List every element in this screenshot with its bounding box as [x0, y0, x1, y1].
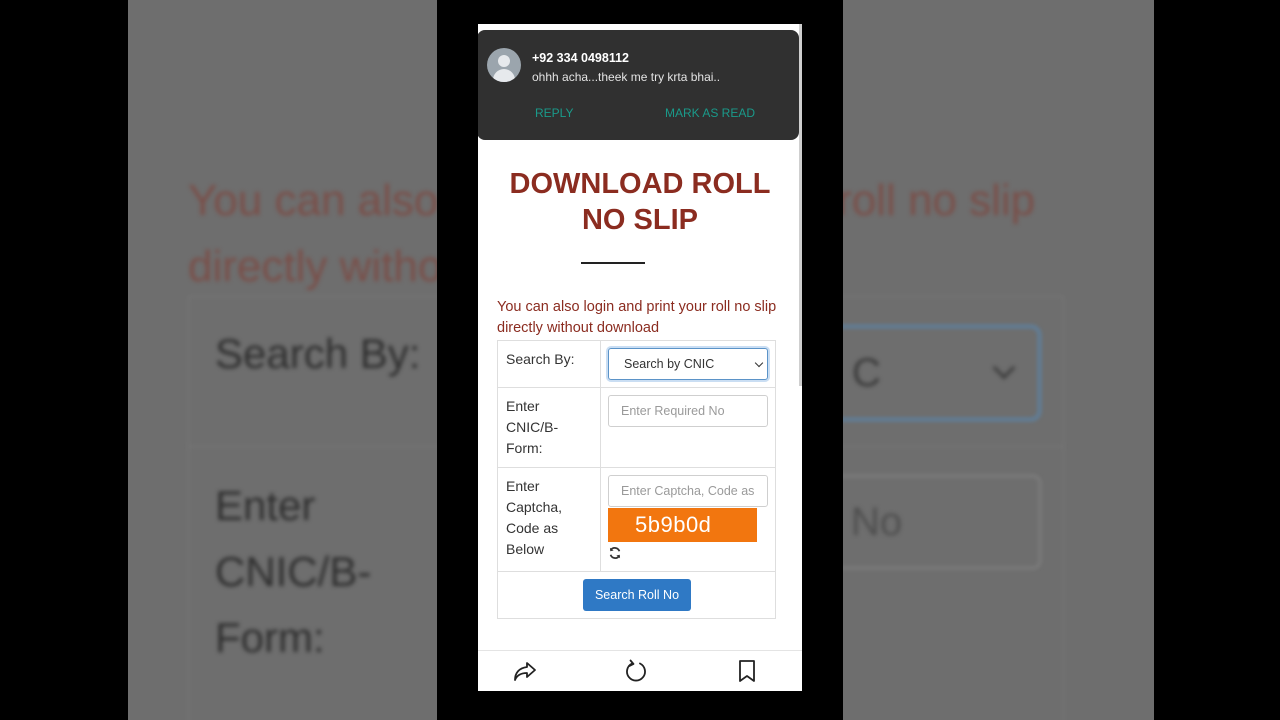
bg-select: C: [843, 325, 1041, 421]
captcha-image: 5b9b0d: [608, 508, 757, 542]
intro-text: You can also login and print your roll n…: [497, 299, 777, 336]
phone-frame: +92 334 0498112 ohhh acha...theek me try…: [437, 0, 843, 720]
notification-sender: +92 334 0498112: [532, 51, 629, 65]
background-right-strip: You can also login and print your roll n…: [843, 0, 1152, 720]
bottom-navigation: [478, 650, 802, 691]
cnic-label: Enter CNIC/B-Form:: [506, 398, 559, 456]
bookmark-icon[interactable]: [734, 658, 760, 684]
phone-screen: +92 334 0498112 ohhh acha...theek me try…: [478, 24, 802, 691]
search-by-select[interactable]: Search by CNIC: [608, 348, 768, 380]
submit-row: Search Roll No: [498, 572, 775, 618]
chevron-down-icon: [754, 358, 764, 368]
captcha-input[interactable]: Enter Captcha, Code as: [608, 475, 768, 507]
mark-as-read-button[interactable]: MARK AS READ: [665, 106, 755, 120]
captcha-row: Enter Captcha, Code as Below Enter Captc…: [498, 468, 775, 572]
background-left-strip: You can also login and print your roll n…: [128, 0, 437, 720]
message-notification[interactable]: +92 334 0498112 ohhh acha...theek me try…: [478, 30, 799, 140]
bg-select-fragment: C: [852, 351, 881, 395]
bg-intro-text-right: You can also login and print your roll n…: [843, 176, 1036, 225]
refresh-icon[interactable]: [623, 658, 649, 684]
search-roll-no-button[interactable]: Search Roll No: [583, 579, 691, 611]
search-form: Search By: Search by CNIC Enter CNIC/B-F…: [497, 340, 776, 619]
cnic-row: Enter CNIC/B-Form: Enter Required No: [498, 388, 775, 468]
page-title: DOWNLOAD ROLL NO SLIP: [478, 166, 802, 238]
bg-intro-text: You can also login and print your roll n…: [188, 176, 437, 291]
scrollbar[interactable]: [799, 24, 802, 386]
notification-message: ohhh acha...theek me try krta bhai..: [532, 70, 721, 84]
cnic-input[interactable]: Enter Required No: [608, 395, 768, 427]
search-by-label: Search By:: [506, 351, 575, 367]
search-by-value: Search by CNIC: [624, 357, 715, 371]
search-by-row: Search By: Search by CNIC: [498, 341, 775, 388]
bg-cnic-label: Enter CNIC/B-Form:: [215, 482, 372, 661]
bg-form-table: Search By: Enter CNIC/B-Form:: [188, 296, 437, 720]
share-icon[interactable]: [512, 658, 538, 684]
reply-button[interactable]: REPLY: [535, 106, 573, 120]
refresh-captcha-icon[interactable]: [608, 546, 622, 560]
avatar: [487, 48, 521, 82]
captcha-label: Enter Captcha, Code as Below: [506, 478, 563, 557]
bg-form-table-right: C No: [843, 296, 1064, 720]
bg-chevron-down-icon: [992, 356, 1016, 380]
bg-search-by-label: Search By:: [215, 330, 421, 377]
bg-input: No: [843, 475, 1041, 569]
bg-input-fragment: No: [851, 500, 903, 544]
title-divider: [581, 262, 645, 264]
page-title-line2: NO SLIP: [581, 204, 698, 236]
page-title-line1: DOWNLOAD ROLL: [509, 168, 771, 200]
